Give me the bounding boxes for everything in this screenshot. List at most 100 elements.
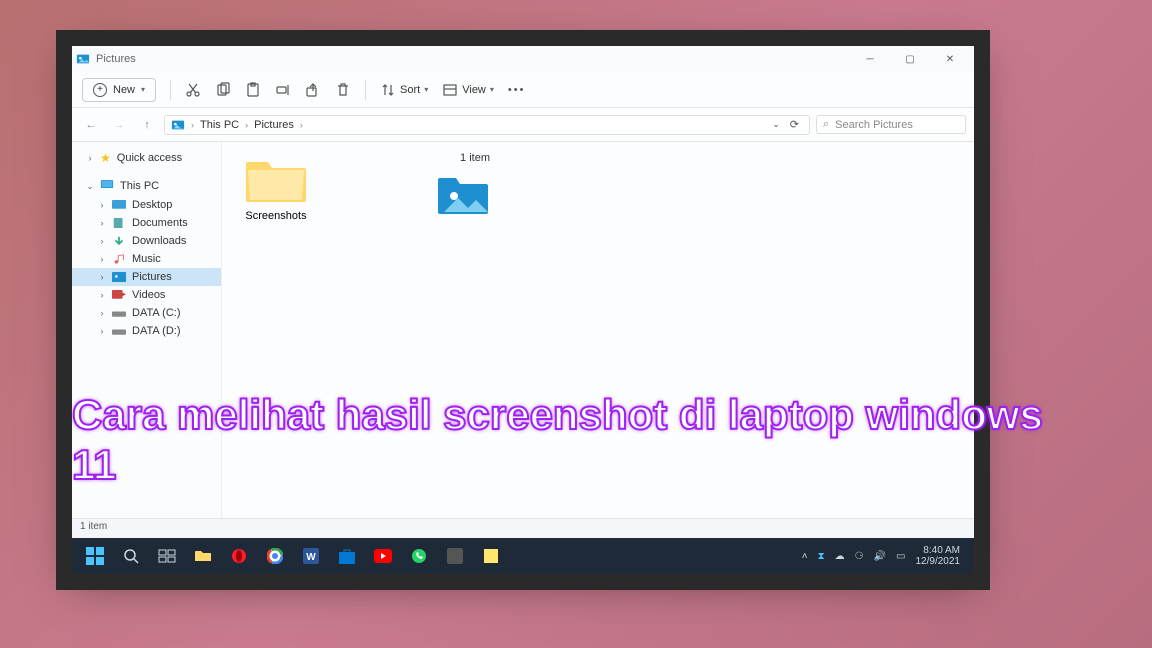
videos-icon xyxy=(112,290,126,301)
minimize-button[interactable]: ─ xyxy=(850,46,890,72)
folder-icon xyxy=(244,156,308,204)
sidebar-item-label: Music xyxy=(132,253,161,265)
svg-text:W: W xyxy=(306,552,316,563)
word-button[interactable]: W xyxy=(294,541,328,571)
breadcrumb-this-pc[interactable]: This PC xyxy=(200,119,239,131)
task-view-button[interactable] xyxy=(150,541,184,571)
new-button[interactable]: + New ▾ xyxy=(82,78,156,102)
copy-icon[interactable] xyxy=(215,82,231,98)
opera-button[interactable] xyxy=(222,541,256,571)
search-placeholder: Search Pictures xyxy=(835,119,913,131)
sidebar-item-data-c[interactable]: ›DATA (C:) xyxy=(72,304,221,322)
youtube-button[interactable] xyxy=(366,541,400,571)
taskbar-clock[interactable]: 8:40 AM 12/9/2021 xyxy=(916,545,961,567)
address-bar[interactable]: › This PC › Pictures › ⌄ ⟳ xyxy=(164,115,810,135)
system-tray[interactable]: ˄ ⧗ ☁ ⚆ 🔊 ▭ 8:40 AM 12/9/2021 xyxy=(802,545,968,567)
sidebar-item-label: DATA (D:) xyxy=(132,325,180,337)
forward-button[interactable]: → xyxy=(108,114,130,136)
clock-date: 12/9/2021 xyxy=(916,556,961,567)
battery-icon[interactable]: ▭ xyxy=(896,551,905,562)
cloud-icon[interactable]: ☁ xyxy=(835,551,845,562)
sidebar-item-label: Desktop xyxy=(132,199,172,211)
search-icon: ⌕ xyxy=(823,118,829,131)
sidebar-item-downloads[interactable]: ›Downloads xyxy=(72,232,221,250)
sidebar-item-documents[interactable]: ›Documents xyxy=(72,214,221,232)
rename-icon[interactable] xyxy=(275,82,291,98)
sidebar-item-label: Downloads xyxy=(132,235,186,247)
drive-icon xyxy=(112,308,126,319)
sidebar-item-label: Quick access xyxy=(117,152,182,164)
address-bar-row: ← → ↑ › This PC › Pictures › ⌄ ⟳ ⌕ Searc… xyxy=(72,108,974,142)
sidebar-item-music[interactable]: ›Music xyxy=(72,250,221,268)
view-label: View xyxy=(462,84,486,96)
downloads-icon xyxy=(112,236,126,247)
ribbon-toolbar: + New ▾ Sort ▾ View ▾ ••• xyxy=(72,72,974,108)
sidebar-item-label: DATA (C:) xyxy=(132,307,180,319)
app-button[interactable] xyxy=(438,541,472,571)
details-pane: 1 item xyxy=(330,142,500,518)
sort-icon xyxy=(380,82,396,98)
music-icon xyxy=(112,254,126,265)
plus-icon: + xyxy=(93,83,107,97)
view-button[interactable]: View ▾ xyxy=(442,82,494,98)
window-title: Pictures xyxy=(96,53,136,65)
pictures-icon xyxy=(76,52,90,66)
sidebar-item-videos[interactable]: ›Videos xyxy=(72,286,221,304)
star-icon: ★ xyxy=(100,151,111,165)
title-bar: Pictures ─ ▢ ✕ xyxy=(72,46,974,72)
explorer-button[interactable] xyxy=(186,541,220,571)
sidebar-item-pictures[interactable]: ›Pictures xyxy=(72,268,221,286)
whatsapp-button[interactable] xyxy=(402,541,436,571)
bluetooth-icon[interactable]: ⧗ xyxy=(818,551,825,562)
sidebar-item-label: Videos xyxy=(132,289,165,301)
chevron-down-icon[interactable]: ⌄ xyxy=(772,119,780,130)
new-label: New xyxy=(113,84,135,96)
sidebar-item-label: Pictures xyxy=(132,271,172,283)
pictures-thumb-icon xyxy=(436,174,490,216)
sidebar-item-label: This PC xyxy=(120,180,159,192)
status-item-count: 1 item xyxy=(80,521,107,532)
paste-icon[interactable] xyxy=(245,82,261,98)
chevron-up-icon[interactable]: ˄ xyxy=(802,551,808,562)
taskbar: W ˄ ⧗ ☁ ⚆ 🔊 ▭ 8:40 AM 12/9/2021 xyxy=(72,538,974,574)
sidebar-item-this-pc[interactable]: ⌄ This PC xyxy=(72,176,221,196)
breadcrumb-pictures[interactable]: Pictures xyxy=(254,119,294,131)
maximize-button[interactable]: ▢ xyxy=(890,46,930,72)
sort-label: Sort xyxy=(400,84,420,96)
item-count: 1 item xyxy=(340,152,490,164)
sidebar: ›★ Quick access ⌄ This PC ›Desktop ›Docu… xyxy=(72,142,222,518)
start-button[interactable] xyxy=(78,541,112,571)
search-input[interactable]: ⌕ Search Pictures xyxy=(816,115,966,134)
sidebar-item-label: Documents xyxy=(132,217,188,229)
pictures-icon xyxy=(112,272,126,283)
chrome-button[interactable] xyxy=(258,541,292,571)
search-button[interactable] xyxy=(114,541,148,571)
more-button[interactable]: ••• xyxy=(508,84,526,96)
content-area: Screenshots 1 item xyxy=(222,142,974,518)
wifi-icon[interactable]: ⚆ xyxy=(855,551,864,562)
cut-icon[interactable] xyxy=(185,82,201,98)
folder-screenshots[interactable]: Screenshots xyxy=(236,156,316,222)
refresh-icon[interactable]: ⟳ xyxy=(790,118,799,131)
sidebar-item-data-d[interactable]: ›DATA (D:) xyxy=(72,322,221,340)
pictures-icon xyxy=(171,118,185,132)
clock-time: 8:40 AM xyxy=(916,545,961,556)
drive-icon xyxy=(112,326,126,337)
volume-icon[interactable]: 🔊 xyxy=(874,551,886,562)
share-icon[interactable] xyxy=(305,82,321,98)
notes-button[interactable] xyxy=(474,541,508,571)
sidebar-item-quick-access[interactable]: ›★ Quick access xyxy=(72,148,221,168)
sort-button[interactable]: Sort ▾ xyxy=(380,82,428,98)
store-button[interactable] xyxy=(330,541,364,571)
pc-icon xyxy=(100,179,114,193)
folder-label: Screenshots xyxy=(236,210,316,222)
delete-icon[interactable] xyxy=(335,82,351,98)
back-button[interactable]: ← xyxy=(80,114,102,136)
status-bar: 1 item xyxy=(72,518,974,538)
sidebar-item-desktop[interactable]: ›Desktop xyxy=(72,196,221,214)
desktop-icon xyxy=(112,200,126,211)
view-icon xyxy=(442,82,458,98)
up-button[interactable]: ↑ xyxy=(136,114,158,136)
close-button[interactable]: ✕ xyxy=(930,46,970,72)
documents-icon xyxy=(112,218,126,229)
